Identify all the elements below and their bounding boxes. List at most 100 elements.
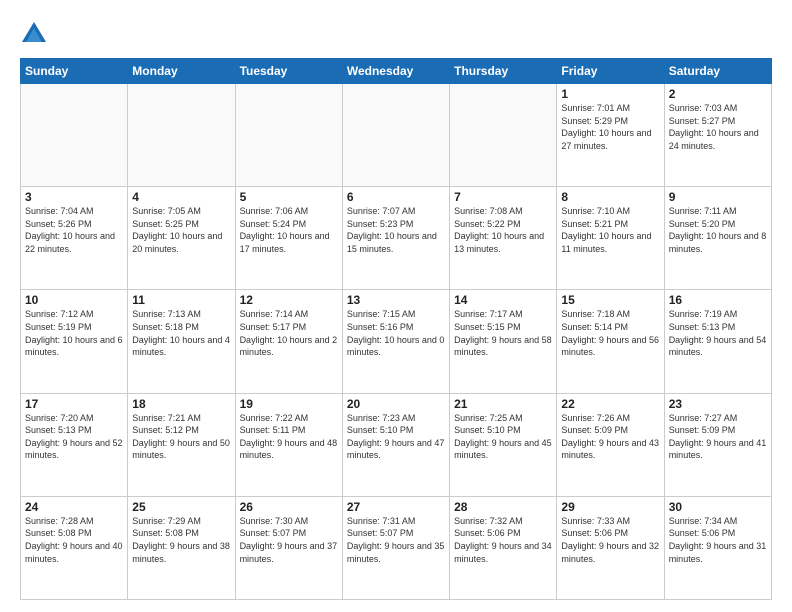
day-detail: Sunrise: 7:01 AM Sunset: 5:29 PM Dayligh… <box>561 102 659 152</box>
weekday-header-wednesday: Wednesday <box>342 59 449 84</box>
day-number: 19 <box>240 397 338 411</box>
day-number: 13 <box>347 293 445 307</box>
day-detail: Sunrise: 7:08 AM Sunset: 5:22 PM Dayligh… <box>454 205 552 255</box>
calendar-cell: 11Sunrise: 7:13 AM Sunset: 5:18 PM Dayli… <box>128 290 235 393</box>
calendar-cell: 10Sunrise: 7:12 AM Sunset: 5:19 PM Dayli… <box>21 290 128 393</box>
calendar-cell: 24Sunrise: 7:28 AM Sunset: 5:08 PM Dayli… <box>21 496 128 599</box>
day-detail: Sunrise: 7:18 AM Sunset: 5:14 PM Dayligh… <box>561 308 659 358</box>
day-detail: Sunrise: 7:26 AM Sunset: 5:09 PM Dayligh… <box>561 412 659 462</box>
day-detail: Sunrise: 7:07 AM Sunset: 5:23 PM Dayligh… <box>347 205 445 255</box>
weekday-header-monday: Monday <box>128 59 235 84</box>
day-detail: Sunrise: 7:17 AM Sunset: 5:15 PM Dayligh… <box>454 308 552 358</box>
day-number: 10 <box>25 293 123 307</box>
calendar-cell: 8Sunrise: 7:10 AM Sunset: 5:21 PM Daylig… <box>557 187 664 290</box>
day-number: 20 <box>347 397 445 411</box>
calendar-cell: 26Sunrise: 7:30 AM Sunset: 5:07 PM Dayli… <box>235 496 342 599</box>
day-number: 3 <box>25 190 123 204</box>
weekday-header-saturday: Saturday <box>664 59 771 84</box>
day-number: 7 <box>454 190 552 204</box>
calendar-cell: 22Sunrise: 7:26 AM Sunset: 5:09 PM Dayli… <box>557 393 664 496</box>
day-detail: Sunrise: 7:03 AM Sunset: 5:27 PM Dayligh… <box>669 102 767 152</box>
calendar-cell: 1Sunrise: 7:01 AM Sunset: 5:29 PM Daylig… <box>557 84 664 187</box>
calendar-cell: 9Sunrise: 7:11 AM Sunset: 5:20 PM Daylig… <box>664 187 771 290</box>
calendar-cell <box>342 84 449 187</box>
day-number: 27 <box>347 500 445 514</box>
header <box>20 16 772 48</box>
day-detail: Sunrise: 7:22 AM Sunset: 5:11 PM Dayligh… <box>240 412 338 462</box>
day-detail: Sunrise: 7:19 AM Sunset: 5:13 PM Dayligh… <box>669 308 767 358</box>
day-number: 21 <box>454 397 552 411</box>
calendar-cell <box>450 84 557 187</box>
day-detail: Sunrise: 7:23 AM Sunset: 5:10 PM Dayligh… <box>347 412 445 462</box>
calendar-cell: 3Sunrise: 7:04 AM Sunset: 5:26 PM Daylig… <box>21 187 128 290</box>
day-detail: Sunrise: 7:25 AM Sunset: 5:10 PM Dayligh… <box>454 412 552 462</box>
calendar-cell: 19Sunrise: 7:22 AM Sunset: 5:11 PM Dayli… <box>235 393 342 496</box>
day-number: 25 <box>132 500 230 514</box>
calendar-cell: 28Sunrise: 7:32 AM Sunset: 5:06 PM Dayli… <box>450 496 557 599</box>
calendar-cell: 20Sunrise: 7:23 AM Sunset: 5:10 PM Dayli… <box>342 393 449 496</box>
calendar-cell: 14Sunrise: 7:17 AM Sunset: 5:15 PM Dayli… <box>450 290 557 393</box>
calendar-cell: 16Sunrise: 7:19 AM Sunset: 5:13 PM Dayli… <box>664 290 771 393</box>
day-detail: Sunrise: 7:13 AM Sunset: 5:18 PM Dayligh… <box>132 308 230 358</box>
calendar-week-0: 1Sunrise: 7:01 AM Sunset: 5:29 PM Daylig… <box>21 84 772 187</box>
calendar-cell <box>128 84 235 187</box>
day-number: 18 <box>132 397 230 411</box>
calendar-cell: 5Sunrise: 7:06 AM Sunset: 5:24 PM Daylig… <box>235 187 342 290</box>
day-number: 8 <box>561 190 659 204</box>
day-number: 5 <box>240 190 338 204</box>
calendar-cell: 12Sunrise: 7:14 AM Sunset: 5:17 PM Dayli… <box>235 290 342 393</box>
day-number: 23 <box>669 397 767 411</box>
day-number: 16 <box>669 293 767 307</box>
logo <box>20 20 52 48</box>
day-number: 26 <box>240 500 338 514</box>
calendar-cell: 21Sunrise: 7:25 AM Sunset: 5:10 PM Dayli… <box>450 393 557 496</box>
weekday-header-tuesday: Tuesday <box>235 59 342 84</box>
day-number: 2 <box>669 87 767 101</box>
day-detail: Sunrise: 7:10 AM Sunset: 5:21 PM Dayligh… <box>561 205 659 255</box>
day-detail: Sunrise: 7:28 AM Sunset: 5:08 PM Dayligh… <box>25 515 123 565</box>
day-detail: Sunrise: 7:14 AM Sunset: 5:17 PM Dayligh… <box>240 308 338 358</box>
day-detail: Sunrise: 7:21 AM Sunset: 5:12 PM Dayligh… <box>132 412 230 462</box>
day-number: 28 <box>454 500 552 514</box>
day-detail: Sunrise: 7:20 AM Sunset: 5:13 PM Dayligh… <box>25 412 123 462</box>
day-detail: Sunrise: 7:30 AM Sunset: 5:07 PM Dayligh… <box>240 515 338 565</box>
weekday-header-thursday: Thursday <box>450 59 557 84</box>
day-number: 14 <box>454 293 552 307</box>
day-number: 6 <box>347 190 445 204</box>
calendar-cell: 18Sunrise: 7:21 AM Sunset: 5:12 PM Dayli… <box>128 393 235 496</box>
day-detail: Sunrise: 7:15 AM Sunset: 5:16 PM Dayligh… <box>347 308 445 358</box>
calendar-cell: 25Sunrise: 7:29 AM Sunset: 5:08 PM Dayli… <box>128 496 235 599</box>
calendar-cell <box>21 84 128 187</box>
day-number: 24 <box>25 500 123 514</box>
calendar-cell: 6Sunrise: 7:07 AM Sunset: 5:23 PM Daylig… <box>342 187 449 290</box>
calendar-cell: 2Sunrise: 7:03 AM Sunset: 5:27 PM Daylig… <box>664 84 771 187</box>
calendar-cell: 15Sunrise: 7:18 AM Sunset: 5:14 PM Dayli… <box>557 290 664 393</box>
calendar-cell: 4Sunrise: 7:05 AM Sunset: 5:25 PM Daylig… <box>128 187 235 290</box>
day-detail: Sunrise: 7:27 AM Sunset: 5:09 PM Dayligh… <box>669 412 767 462</box>
calendar-week-4: 24Sunrise: 7:28 AM Sunset: 5:08 PM Dayli… <box>21 496 772 599</box>
day-detail: Sunrise: 7:29 AM Sunset: 5:08 PM Dayligh… <box>132 515 230 565</box>
day-detail: Sunrise: 7:12 AM Sunset: 5:19 PM Dayligh… <box>25 308 123 358</box>
day-detail: Sunrise: 7:05 AM Sunset: 5:25 PM Dayligh… <box>132 205 230 255</box>
calendar-cell: 30Sunrise: 7:34 AM Sunset: 5:06 PM Dayli… <box>664 496 771 599</box>
calendar-cell: 29Sunrise: 7:33 AM Sunset: 5:06 PM Dayli… <box>557 496 664 599</box>
calendar-cell: 7Sunrise: 7:08 AM Sunset: 5:22 PM Daylig… <box>450 187 557 290</box>
calendar-cell: 23Sunrise: 7:27 AM Sunset: 5:09 PM Dayli… <box>664 393 771 496</box>
day-number: 30 <box>669 500 767 514</box>
day-number: 29 <box>561 500 659 514</box>
day-detail: Sunrise: 7:32 AM Sunset: 5:06 PM Dayligh… <box>454 515 552 565</box>
day-number: 4 <box>132 190 230 204</box>
day-number: 15 <box>561 293 659 307</box>
day-detail: Sunrise: 7:31 AM Sunset: 5:07 PM Dayligh… <box>347 515 445 565</box>
calendar-week-3: 17Sunrise: 7:20 AM Sunset: 5:13 PM Dayli… <box>21 393 772 496</box>
day-number: 22 <box>561 397 659 411</box>
day-number: 9 <box>669 190 767 204</box>
calendar-table: SundayMondayTuesdayWednesdayThursdayFrid… <box>20 58 772 600</box>
day-detail: Sunrise: 7:33 AM Sunset: 5:06 PM Dayligh… <box>561 515 659 565</box>
weekday-header-sunday: Sunday <box>21 59 128 84</box>
calendar-week-1: 3Sunrise: 7:04 AM Sunset: 5:26 PM Daylig… <box>21 187 772 290</box>
day-detail: Sunrise: 7:34 AM Sunset: 5:06 PM Dayligh… <box>669 515 767 565</box>
day-detail: Sunrise: 7:04 AM Sunset: 5:26 PM Dayligh… <box>25 205 123 255</box>
day-number: 11 <box>132 293 230 307</box>
day-number: 12 <box>240 293 338 307</box>
